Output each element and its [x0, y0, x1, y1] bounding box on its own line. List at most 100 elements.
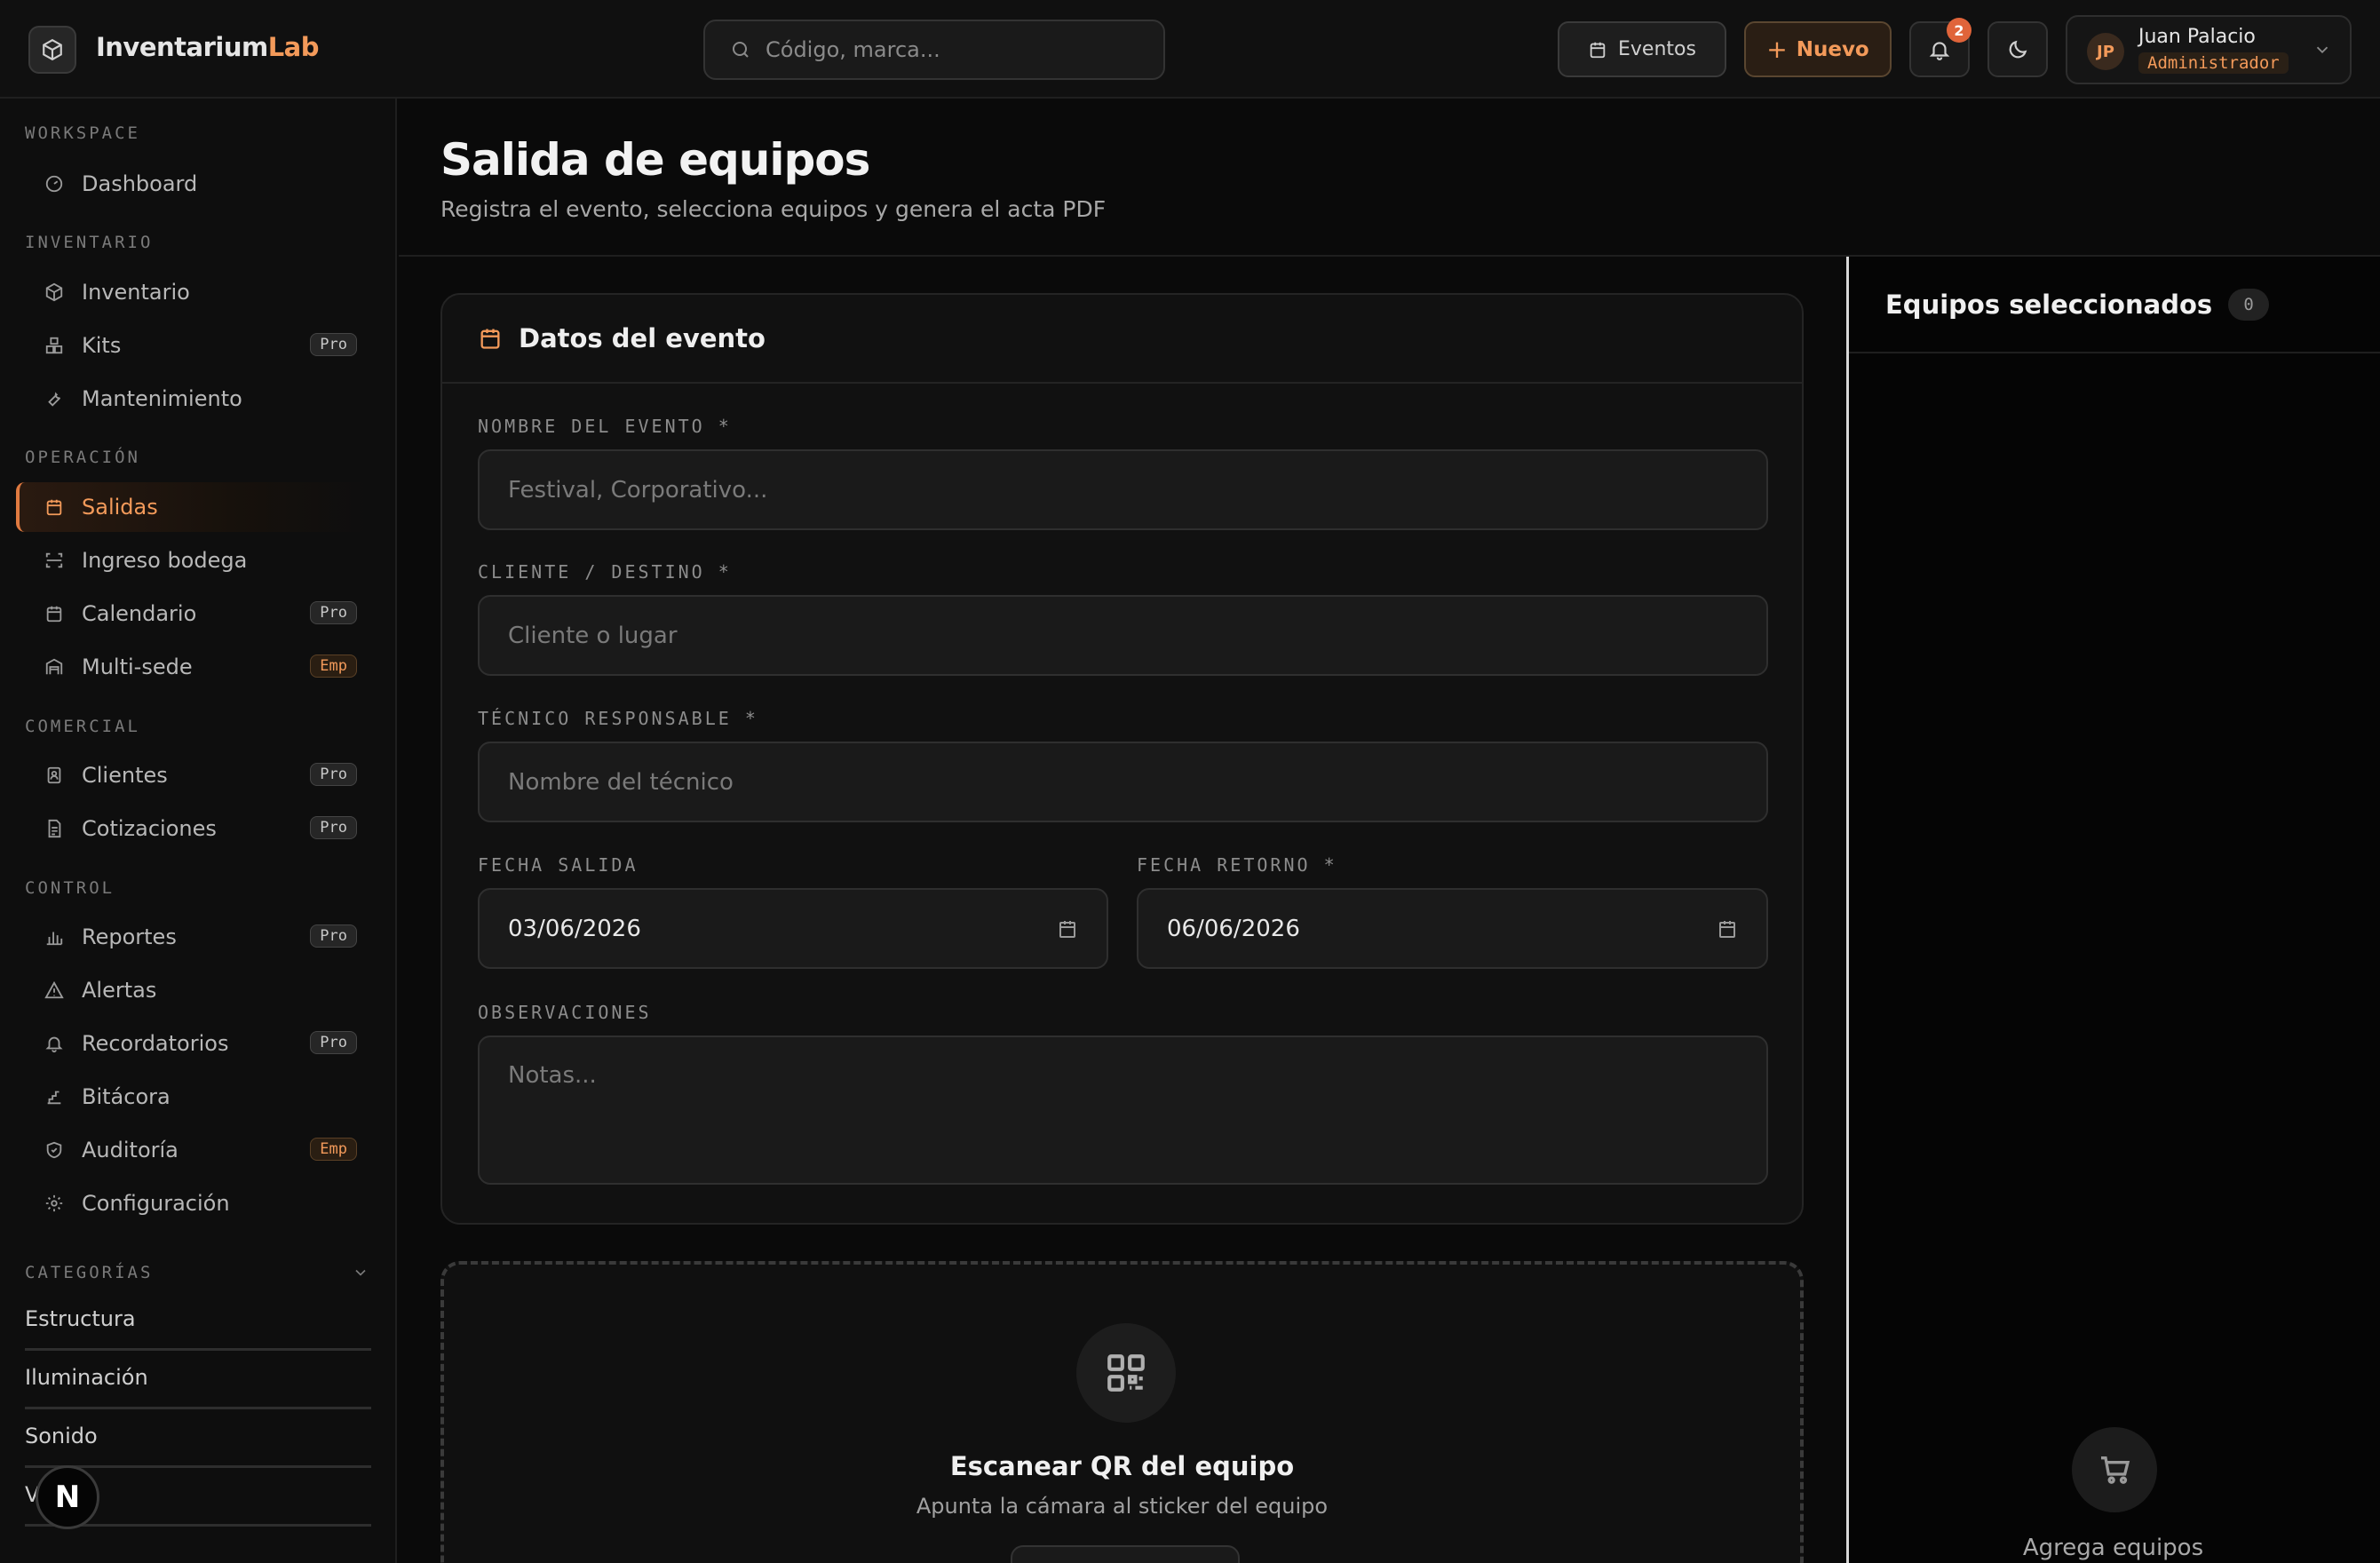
date-out-label: FECHA SALIDA	[478, 854, 639, 876]
sidebar-item-label: Clientes	[82, 763, 168, 788]
sidebar-item-multi-sede[interactable]: Multi-sede Emp	[16, 642, 371, 692]
sidebar-item-label: Cotizaciones	[82, 816, 217, 841]
notification-count-badge: 2	[1947, 18, 1971, 43]
date-return-field[interactable]: 06/06/2026	[1137, 888, 1768, 969]
calendar-icon	[43, 496, 66, 519]
moon-icon	[2009, 40, 2027, 58]
next-dev-indicator-button[interactable]: N	[36, 1465, 99, 1529]
sidebar-item-label: Auditoría	[82, 1138, 178, 1162]
tech-input[interactable]	[508, 768, 1738, 796]
page-header: Salida de equipos Registra el evento, se…	[399, 99, 2380, 257]
sidebar-item-label: Recordatorios	[82, 1031, 229, 1056]
contacts-icon	[43, 764, 66, 787]
pro-badge: Pro	[310, 763, 357, 786]
nuevo-button[interactable]: + Nuevo	[1744, 21, 1892, 77]
box-logo-icon	[43, 38, 62, 61]
sidebar-item-cotizaciones[interactable]: Cotizaciones Pro	[16, 804, 371, 853]
sidebar-item-label: Alertas	[82, 978, 157, 1003]
logo-box[interactable]	[28, 26, 76, 74]
section-comercial: COMERCIAL	[25, 717, 140, 736]
event-name-label: NOMBRE DEL EVENTO *	[478, 416, 732, 437]
sidebar-item-label: Inventario	[82, 280, 190, 305]
category-item[interactable]: Estructura	[25, 1306, 371, 1351]
section-categorias[interactable]: CATEGORÍAS	[25, 1263, 153, 1282]
user-role-badge: Administrador	[2138, 52, 2289, 74]
sidebar: WORKSPACE Dashboard INVENTARIO Inventari…	[0, 99, 397, 1563]
search-icon	[733, 42, 749, 58]
notes-field[interactable]	[478, 1035, 1768, 1185]
user-menu[interactable]: JP Juan Palacio Administrador	[2066, 15, 2352, 84]
sidebar-item-salidas[interactable]: Salidas	[16, 482, 371, 532]
event-name-input[interactable]	[508, 476, 1738, 504]
client-field[interactable]	[478, 595, 1768, 676]
sidebar-item-label: Mantenimiento	[82, 386, 242, 411]
page-title: Salida de equipos	[440, 134, 870, 186]
date-return-value: 06/06/2026	[1167, 915, 1300, 942]
date-out-value: 03/06/2026	[508, 915, 641, 942]
section-inventario: INVENTARIO	[25, 233, 154, 252]
sidebar-item-mantenimiento[interactable]: Mantenimiento	[16, 374, 371, 424]
pro-badge: Pro	[310, 1031, 357, 1054]
calendar-picker-icon[interactable]	[1717, 918, 1738, 940]
sidebar-item-auditoria[interactable]: Auditoría Emp	[16, 1125, 371, 1175]
brand-name: InventariumLab	[96, 32, 320, 62]
client-label: CLIENTE / DESTINO *	[478, 561, 732, 583]
eventos-button[interactable]: Eventos	[1558, 21, 1726, 77]
avatar: JP	[2087, 33, 2124, 70]
card-header: Datos del evento	[442, 295, 1802, 384]
sidebar-item-label: Salidas	[82, 495, 158, 520]
plus-icon: +	[1766, 35, 1788, 64]
calendar-picker-icon[interactable]	[1057, 918, 1078, 940]
chevron-down-icon[interactable]	[352, 1264, 369, 1281]
brand-main: Inventarium	[96, 32, 268, 62]
sidebar-item-label: Dashboard	[82, 171, 198, 196]
sidebar-item-inventario[interactable]: Inventario	[16, 267, 371, 317]
pro-badge: Pro	[310, 601, 357, 624]
calendar-icon	[480, 329, 500, 349]
selected-count-badge: 0	[2228, 288, 2270, 321]
sidebar-item-label: Multi-sede	[82, 655, 193, 679]
bell-icon	[43, 1032, 66, 1055]
search-box[interactable]	[703, 20, 1165, 80]
tech-field[interactable]	[478, 742, 1768, 822]
sidebar-item-alertas[interactable]: Alertas	[16, 965, 371, 1015]
document-icon	[43, 817, 66, 840]
brand-accent: Lab	[267, 32, 320, 62]
theme-toggle-button[interactable]	[1987, 21, 2048, 77]
sidebar-item-clientes[interactable]: Clientes Pro	[16, 750, 371, 800]
warning-icon	[43, 979, 66, 1002]
card-title: Datos del evento	[519, 323, 766, 353]
qr-subtitle: Apunta la cámara al sticker del equipo	[916, 1494, 1329, 1519]
bar-chart-icon	[43, 925, 66, 948]
event-name-field[interactable]	[478, 449, 1768, 530]
sidebar-item-label: Reportes	[82, 924, 177, 949]
nuevo-label: Nuevo	[1796, 37, 1869, 61]
search-input[interactable]	[766, 37, 1138, 62]
qr-code-icon	[1076, 1323, 1176, 1423]
cart-icon	[2072, 1427, 2157, 1512]
pro-badge: Pro	[310, 816, 357, 839]
sidebar-item-ingreso-bodega[interactable]: Ingreso bodega	[16, 536, 371, 585]
sidebar-item-reportes[interactable]: Reportes Pro	[16, 912, 371, 962]
date-return-label: FECHA RETORNO *	[1137, 854, 1337, 876]
sidebar-item-kits[interactable]: Kits Pro	[16, 321, 371, 370]
category-item[interactable]: Sonido	[25, 1424, 371, 1468]
selected-equipment-panel: Equipos seleccionados 0 Agrega equipos	[1846, 257, 2380, 1563]
category-item[interactable]: Iluminación	[25, 1365, 371, 1409]
start-scan-button[interactable]	[1011, 1545, 1240, 1563]
pro-badge: Pro	[310, 924, 357, 948]
bell-icon	[1929, 41, 1950, 60]
sidebar-item-calendario[interactable]: Calendario Pro	[16, 589, 371, 639]
qr-scan-card[interactable]: Escanear QR del equipo Apunta la cámara …	[440, 1261, 1804, 1563]
sidebar-item-recordatorios[interactable]: Recordatorios Pro	[16, 1019, 371, 1068]
date-out-field[interactable]: 03/06/2026	[478, 888, 1108, 969]
client-input[interactable]	[508, 622, 1738, 649]
sidebar-item-label: Configuración	[82, 1191, 230, 1216]
sidebar-item-label: Bitácora	[82, 1084, 171, 1109]
notes-textarea[interactable]	[508, 1062, 1738, 1142]
sidebar-item-label: Kits	[82, 333, 122, 358]
sidebar-item-configuracion[interactable]: Configuración	[16, 1178, 371, 1228]
sidebar-item-dashboard[interactable]: Dashboard	[16, 159, 371, 209]
sidebar-item-bitacora[interactable]: Bitácora	[16, 1072, 371, 1122]
gauge-icon	[43, 172, 66, 195]
